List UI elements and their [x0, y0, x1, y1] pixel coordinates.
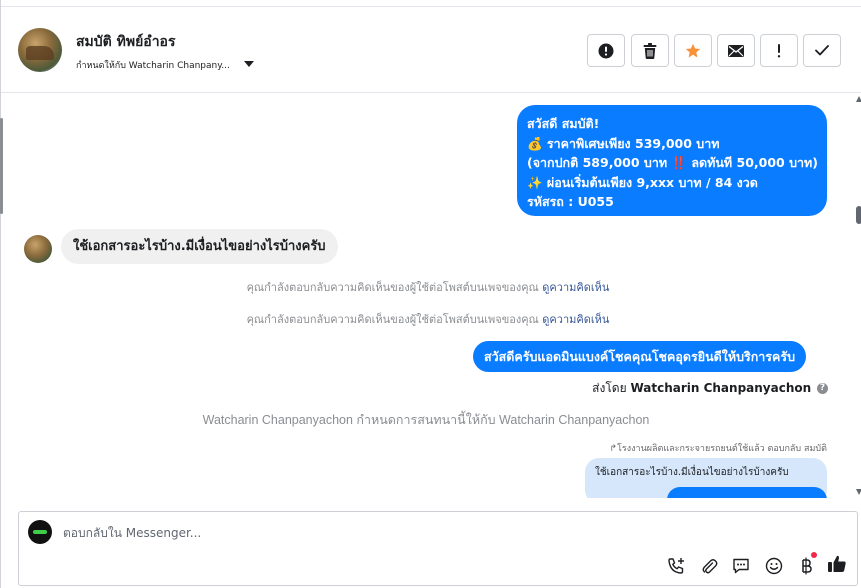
assigned-to-label[interactable]: กำหนดให้กับ Watcharin Chanpany... — [76, 58, 230, 72]
outgoing-message-bubble-partial[interactable] — [667, 487, 827, 498]
scroll-down-arrow-icon[interactable] — [856, 489, 861, 495]
payment-button[interactable] — [795, 555, 817, 577]
help-icon[interactable]: ? — [817, 383, 828, 394]
comment-reply-notice: คุณกำลังตอบกลับความคิดเห็นของผู้ใช้ต่อโพ… — [1, 310, 855, 328]
message-thread[interactable]: สวัสดี สมบัติ! 💰 ราคาพิเศษเพียง 539,000 … — [1, 94, 855, 498]
outgoing-message-bubble[interactable]: สวัสดี สมบัติ! 💰 ราคาพิเศษเพียง 539,000 … — [517, 105, 827, 216]
chevron-down-icon[interactable] — [244, 61, 254, 67]
contact-name[interactable]: สมบัติ ทิพย์อำอร — [76, 31, 175, 53]
envelope-icon — [728, 44, 744, 57]
mark-spam-button[interactable] — [587, 34, 625, 67]
conversation-header: สมบัติ ทิพย์อำอร กำหนดให้กับ Watcharin C… — [1, 6, 861, 93]
notice-text: คุณกำลังตอบกลับความคิดเห็นของผู้ใช้ต่อโพ… — [246, 281, 539, 294]
sent-by-label: ส่งโดย Watcharin Chanpanyachon ? — [592, 379, 828, 398]
sender-avatar[interactable] — [24, 235, 52, 263]
checkmark-icon — [815, 45, 829, 56]
view-comment-link[interactable]: ดูความคิดเห็น — [542, 281, 609, 294]
mark-done-button[interactable] — [803, 34, 841, 67]
phone-plus-icon — [668, 558, 684, 574]
comment-reply-notice: คุณกำลังตอบกลับความคิดเห็นของผู้ใช้ต่อโพ… — [1, 278, 855, 296]
contact-avatar[interactable] — [18, 28, 62, 72]
reply-context-label: ↱โรงงานผลิตและกระจายรถยนต์ใช้แล้ว ตอบกลั… — [609, 444, 827, 454]
sent-by-name: Watcharin Chanpanyachon — [630, 381, 812, 395]
paperclip-icon — [702, 559, 718, 574]
message-line: 💰 ราคาพิเศษเพียง 539,000 บาท — [527, 135, 720, 151]
message-line: (จากปกติ 589,000 บาท ‼️ ลดทันที 50,000 บ… — [527, 155, 818, 170]
attachment-button[interactable] — [698, 555, 720, 577]
chat-bubble-icon — [733, 558, 749, 574]
alert-circle-icon — [598, 43, 614, 58]
trash-icon — [643, 42, 657, 59]
thumbs-up-icon — [828, 555, 846, 572]
exclamation-icon — [777, 43, 781, 57]
sent-by-prefix: ส่งโดย — [592, 381, 627, 395]
thread-scrollbar-thumb[interactable] — [856, 206, 861, 224]
follow-up-button[interactable] — [760, 34, 798, 67]
incoming-message-bubble[interactable]: ใช้เอกสารอะไรบ้าง.มีเงื่อนไขอย่างไรบ้างค… — [61, 229, 338, 264]
outgoing-message-bubble[interactable]: สวัสดีครับแอดมินแบงค์โชคคุณโชคอุดรยินดีใ… — [473, 341, 807, 372]
message-composer — [18, 511, 858, 586]
message-line: รหัสรถ : U055 — [527, 194, 614, 209]
scroll-up-arrow-icon[interactable] — [856, 96, 861, 102]
emoji-button[interactable] — [763, 555, 785, 577]
star-icon — [685, 43, 701, 57]
reply-input[interactable] — [63, 524, 663, 542]
like-button[interactable] — [826, 553, 848, 575]
mark-unread-button[interactable] — [717, 34, 755, 67]
star-button[interactable] — [674, 34, 712, 67]
message-line: ✨ ผ่อนเริ่มต้นเพียง 9,xxx บาท / 84 งวด — [527, 174, 758, 190]
assignment-notice: Watcharin Chanpanyachon กำหนดการสนทนานี้… — [202, 413, 650, 427]
smiley-icon — [765, 557, 783, 575]
notice-text: คุณกำลังตอบกลับความคิดเห็นของผู้ใช้ต่อโพ… — [246, 313, 539, 326]
delete-button[interactable] — [631, 34, 669, 67]
notification-dot — [811, 552, 817, 558]
saved-reply-button[interactable] — [730, 555, 752, 577]
add-contact-phone-button[interactable] — [665, 555, 687, 577]
messenger-conversation-panel: สมบัติ ทิพย์อำอร กำหนดให้กับ Watcharin C… — [0, 0, 861, 588]
message-line: สวัสดี สมบัติ! — [527, 116, 600, 131]
page-avatar — [28, 520, 52, 544]
baht-icon — [802, 557, 812, 575]
view-comment-link[interactable]: ดูความคิดเห็น — [542, 313, 609, 326]
